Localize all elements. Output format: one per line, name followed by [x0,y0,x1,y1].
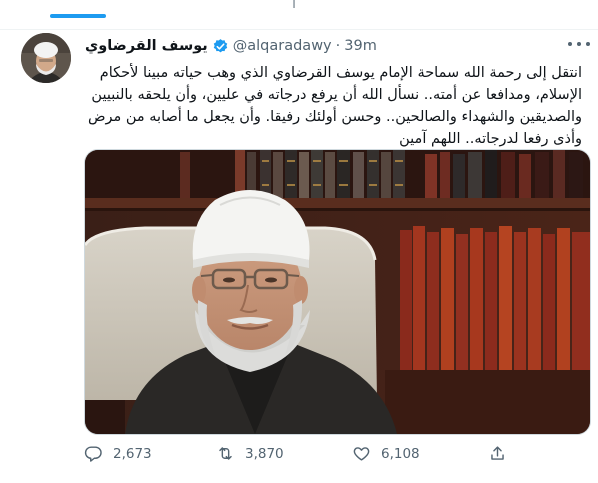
tweet-action-bar: 2,673 3,870 6,108 [80,444,504,470]
like-icon [353,447,370,461]
tweet-text: انتقل إلى رحمة الله سماحة الإمام يوسف ال… [87,62,582,150]
tweet-header: يوسف القرضاوي @alqaradawy · 39m [85,36,377,56]
avatar[interactable] [21,33,71,83]
retweet-count: 3,870 [245,445,284,462]
top-separator-glyph: | [292,0,297,8]
tweet-text-line: والصديقين والشهداء والصالحين.. وحسن أولئ… [87,109,582,125]
tweet-text-line: وأذى رفعا لدرجاته.. اللهم آمين [399,131,582,147]
portrait-photo-illustration [85,150,590,434]
like-count: 6,108 [381,445,420,462]
share-button[interactable] [488,444,507,463]
tweet-text-line: انتقل إلى رحمة الله سماحة الإمام يوسف ال… [99,65,582,81]
author-handle[interactable]: @alqaradawy [233,38,332,54]
active-tab-indicator [50,14,106,18]
reply-icon [84,446,102,462]
header-separator: · [335,38,341,54]
author-name[interactable]: يوسف القرضاوي [85,38,208,54]
reply-count: 2,673 [113,445,152,462]
more-options-icon[interactable] [568,37,590,51]
verified-badge-icon [213,38,227,52]
retweet-icon [219,447,232,460]
reply-button[interactable]: 2,673 [84,444,152,463]
tweet-text-line: الإسلام، ومدافعا عن أمته.. نسأل الله أن … [91,87,582,103]
tweet-photo[interactable] [84,149,591,435]
tweet-timestamp[interactable]: 39m [344,38,377,54]
retweet-button[interactable]: 3,870 [216,444,284,463]
share-icon [491,446,504,460]
like-button[interactable]: 6,108 [352,444,420,463]
top-navigation-bar: | [0,0,598,30]
